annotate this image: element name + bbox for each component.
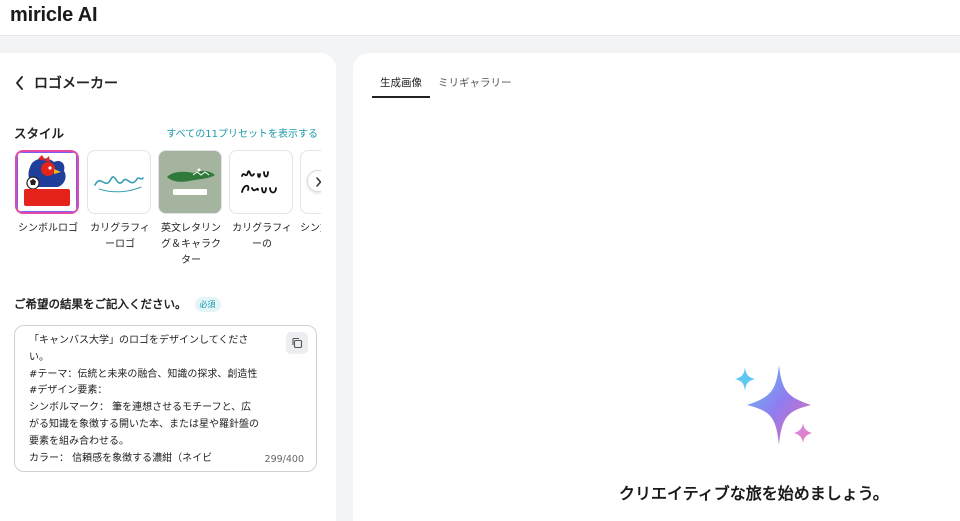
crocodile-logo-icon <box>159 151 221 213</box>
copy-button[interactable] <box>286 332 308 354</box>
preset-thumbnail <box>15 150 79 214</box>
back-button[interactable]: ロゴメーカー <box>12 73 118 93</box>
empty-state-message: クリエイティブな旅を始めましょう。 <box>619 484 889 503</box>
show-all-presets-link[interactable]: すべての11プリセットを表示する <box>166 125 318 140</box>
preset-thumbnail <box>229 150 293 214</box>
preset-thumbnail <box>87 150 151 214</box>
preset-tile-symbol-logo[interactable]: シンボルロゴ <box>15 150 81 237</box>
style-label: スタイル <box>14 126 65 141</box>
preset-label: カリグラフィーロゴ <box>90 223 150 250</box>
chevron-left-icon <box>12 75 26 91</box>
char-counter: 299/400 <box>260 454 304 465</box>
prompt-textarea[interactable]: 「キャンバス大学」のロゴをデザインしてください。 #テーマ：伝統と未来の融合、知… <box>14 325 317 472</box>
copy-icon <box>291 334 303 353</box>
output-panel: 生成画像 ミリギャラリー クリエイティブな旅を始めましょう。 <box>353 53 960 521</box>
required-badge: 必須 <box>194 296 221 312</box>
preset-label: カリグラフィーの <box>232 223 292 250</box>
tab-generated-images[interactable]: 生成画像 <box>372 75 430 98</box>
top-bar: miricle AI <box>0 0 960 36</box>
calligraphy-sample-icon <box>94 176 144 193</box>
prompt-header: ご希望の結果をご記入ください。 必須 <box>14 296 221 312</box>
style-header: スタイル すべての11プリセットを表示する <box>14 123 318 142</box>
preset-tile-partial[interactable]: シン文L <box>300 150 321 237</box>
preset-tile-calligraphy-logo[interactable]: カリグラフィーロゴ <box>87 150 153 253</box>
rooster-logo-icon <box>18 153 76 211</box>
chevron-right-icon <box>315 172 322 191</box>
preset-label: シン文L <box>300 223 321 234</box>
prompt-label: ご希望の結果をご記入ください。 <box>14 297 187 311</box>
preset-label: 英文レタリング＆キャラクター <box>161 223 221 266</box>
output-tabs: 生成画像 ミリギャラリー <box>372 75 520 98</box>
preset-tile-calligraphy-2[interactable]: カリグラフィーの <box>229 150 295 253</box>
app-logo[interactable]: miricle AI <box>10 4 98 27</box>
preset-thumbnail <box>158 150 222 214</box>
preset-label: シンボルロゴ <box>18 223 78 234</box>
panel-title: ロゴメーカー <box>34 76 118 92</box>
sparkle-icon <box>735 365 812 445</box>
prompt-text[interactable]: 「キャンバス大学」のロゴをデザインしてください。 #テーマ：伝統と未来の融合、知… <box>29 333 259 467</box>
preset-tile-lettering-character[interactable]: 英文レタリング＆キャラクター <box>158 150 224 269</box>
logo-maker-panel: ロゴメーカー スタイル すべての11プリセットを表示する シンボルロゴ カリグラ… <box>0 53 336 521</box>
tab-miri-gallery[interactable]: ミリギャラリー <box>430 75 520 98</box>
script-lettering-icon <box>241 170 277 194</box>
